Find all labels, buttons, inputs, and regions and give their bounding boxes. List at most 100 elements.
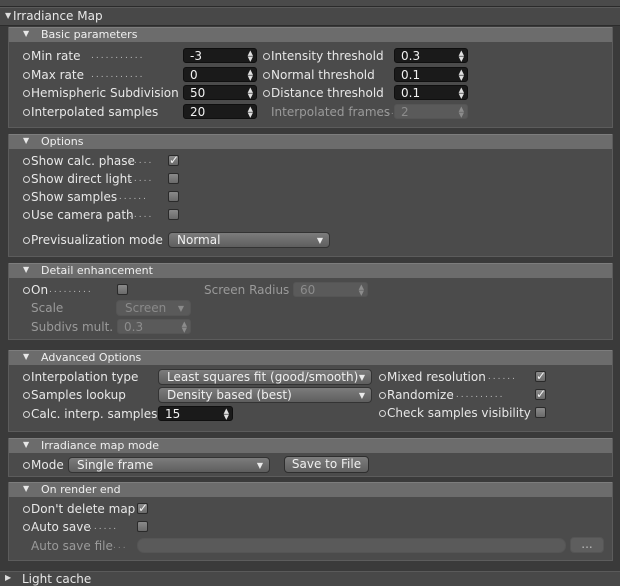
save-to-file-button[interactable]: Save to File xyxy=(284,456,369,473)
spinner-icon: ▲ ▼ xyxy=(247,86,253,100)
irradiance-mode-header[interactable]: ▼ Irradiance map mode xyxy=(9,438,612,453)
spinner-icon: ▲ ▼ xyxy=(247,68,253,82)
spinner-icon: ▲ ▼ xyxy=(358,283,364,297)
show-direct-checkbox[interactable] xyxy=(168,173,179,184)
detail-enhancement-header[interactable]: ▼ Detail enhancement xyxy=(9,263,612,278)
interp-type-dropdown[interactable]: Least squares fit (good/smooth) ▼ xyxy=(158,369,372,385)
dot-leader: ........... xyxy=(451,390,505,400)
max-rate-label: Max rate xyxy=(31,68,84,82)
dont-delete-checkbox[interactable]: ✓ xyxy=(137,501,149,515)
section-title: Irradiance map mode xyxy=(41,439,160,452)
light-cache-header[interactable]: ▶ Light cache xyxy=(0,571,620,586)
irradiance-map-header[interactable]: ▼ Irradiance Map xyxy=(0,7,620,26)
camera-path-label: Use camera path xyxy=(31,208,134,222)
intensity-threshold-field[interactable]: 0.3 ▲ ▼ xyxy=(394,48,468,63)
collapse-triangle-icon[interactable]: ▼ xyxy=(23,484,29,493)
screen-radius-label: Screen Radius xyxy=(204,283,290,297)
basic-parameters-header[interactable]: ▼ Basic parameters xyxy=(9,27,612,42)
checkmark-icon: ✓ xyxy=(138,501,149,515)
checkmark-icon: ✓ xyxy=(536,369,547,383)
animatable-dot-icon[interactable] xyxy=(23,176,30,183)
min-rate-field[interactable]: -3 ▲ ▼ xyxy=(183,48,257,63)
chevron-down-icon: ▼ xyxy=(358,373,365,382)
options-header[interactable]: ▼ Options xyxy=(9,134,612,149)
dot-leader: ... xyxy=(113,541,128,551)
section-title: Options xyxy=(41,135,84,148)
animatable-dot-icon[interactable] xyxy=(23,374,30,381)
mode-label: Mode xyxy=(31,458,64,472)
auto-save-file-field xyxy=(137,538,566,553)
collapse-triangle-icon[interactable]: ▼ xyxy=(23,29,29,38)
subdivs-field: 0.3 ▲ ▼ xyxy=(117,319,191,334)
auto-save-row: Auto save ...... xyxy=(9,519,209,535)
subdivs-row: Subdivs mult. 0.3 ▲ ▼ xyxy=(9,319,209,335)
dot-leader: ..... xyxy=(129,156,154,166)
animatable-dot-icon[interactable] xyxy=(23,72,30,79)
randomize-checkbox[interactable]: ✓ xyxy=(535,387,546,401)
animatable-dot-icon[interactable] xyxy=(23,287,30,294)
dot-leader: ..... xyxy=(129,174,154,184)
mixed-res-checkbox[interactable]: ✓ xyxy=(535,369,547,383)
animatable-dot-icon[interactable] xyxy=(379,374,386,381)
show-samples-row: Show samples ....... xyxy=(9,189,209,205)
animatable-dot-icon[interactable] xyxy=(379,410,386,417)
previs-dropdown[interactable]: Normal ▼ xyxy=(168,232,330,248)
show-direct-row: Show direct light ..... xyxy=(9,171,209,187)
animatable-dot-icon[interactable] xyxy=(23,237,30,244)
collapse-triangle-icon[interactable]: ▼ xyxy=(23,265,29,274)
animatable-dot-icon[interactable] xyxy=(23,53,30,60)
animatable-dot-icon[interactable] xyxy=(23,506,30,513)
normal-threshold-label: Normal threshold xyxy=(271,68,375,82)
show-samples-checkbox[interactable] xyxy=(168,191,179,202)
spinner-icon: ▲ ▼ xyxy=(458,86,464,100)
interpolated-frames-label: Interpolated frames xyxy=(271,105,391,119)
min-rate-label: Min rate xyxy=(31,49,81,63)
interp-samples-field[interactable]: 20 ▲ ▼ xyxy=(183,104,257,119)
checkmark-icon: ✓ xyxy=(169,153,180,167)
interp-samples-label: Interpolated samples xyxy=(31,105,159,119)
mode-dropdown[interactable]: Single frame ▼ xyxy=(68,457,270,473)
animatable-dot-icon[interactable] xyxy=(23,462,30,469)
animatable-dot-icon[interactable] xyxy=(263,72,270,79)
screen-radius-field: 60 ▲ ▼ xyxy=(293,282,368,297)
show-calc-checkbox[interactable]: ✓ xyxy=(168,153,180,167)
animatable-dot-icon[interactable] xyxy=(263,90,270,97)
on-render-end-header[interactable]: ▼ On render end xyxy=(9,482,612,497)
collapse-triangle-icon[interactable]: ▼ xyxy=(23,440,29,449)
scale-label: Scale xyxy=(31,301,64,315)
distance-threshold-field[interactable]: 0.1 ▲ ▼ xyxy=(394,85,468,100)
dot-leader: ... xyxy=(145,235,160,245)
auto-save-checkbox[interactable] xyxy=(137,521,148,532)
basic-parameters-panel: ▼ Basic parameters Min rate ........... … xyxy=(8,27,613,128)
advanced-options-header[interactable]: ▼ Advanced Options xyxy=(9,350,612,365)
normal-threshold-field[interactable]: 0.1 ▲ ▼ xyxy=(394,67,468,82)
detail-on-row: On ......... xyxy=(9,282,209,298)
check-visibility-checkbox[interactable] xyxy=(535,407,546,418)
hsph-label: Hemispheric Subdivision xyxy=(31,86,179,100)
animatable-dot-icon[interactable] xyxy=(23,194,30,201)
collapse-triangle-icon[interactable]: ▼ xyxy=(23,136,29,145)
calc-interp-field[interactable]: 15 ▲ ▼ xyxy=(158,406,233,421)
animatable-dot-icon[interactable] xyxy=(23,411,30,418)
samples-lookup-dropdown[interactable]: Density based (best) ▼ xyxy=(158,387,372,403)
animatable-dot-icon[interactable] xyxy=(23,158,30,165)
expand-triangle-icon[interactable]: ▶ xyxy=(5,573,11,582)
advanced-options-panel: ▼ Advanced Options Interpolation type Le… xyxy=(8,350,613,432)
interp-type-row: Interpolation type Least squares fit (go… xyxy=(9,369,379,385)
animatable-dot-icon[interactable] xyxy=(23,90,30,97)
collapse-triangle-icon[interactable]: ▼ xyxy=(23,352,29,361)
animatable-dot-icon[interactable] xyxy=(379,392,386,399)
animatable-dot-icon[interactable] xyxy=(23,524,30,531)
animatable-dot-icon[interactable] xyxy=(263,53,270,60)
dot-leader: ....... xyxy=(483,372,518,382)
animatable-dot-icon[interactable] xyxy=(23,392,30,399)
collapse-triangle-icon[interactable]: ▼ xyxy=(5,11,11,20)
animatable-dot-icon[interactable] xyxy=(23,212,30,219)
dot-leader: ....... xyxy=(114,192,149,202)
max-rate-field[interactable]: 0 ▲ ▼ xyxy=(183,67,257,82)
camera-path-checkbox[interactable] xyxy=(168,209,179,220)
animatable-dot-icon[interactable] xyxy=(23,109,30,116)
detail-on-checkbox[interactable] xyxy=(117,284,128,295)
spinner-icon: ▲ ▼ xyxy=(247,105,253,119)
hsph-field[interactable]: 50 ▲ ▼ xyxy=(183,85,257,100)
